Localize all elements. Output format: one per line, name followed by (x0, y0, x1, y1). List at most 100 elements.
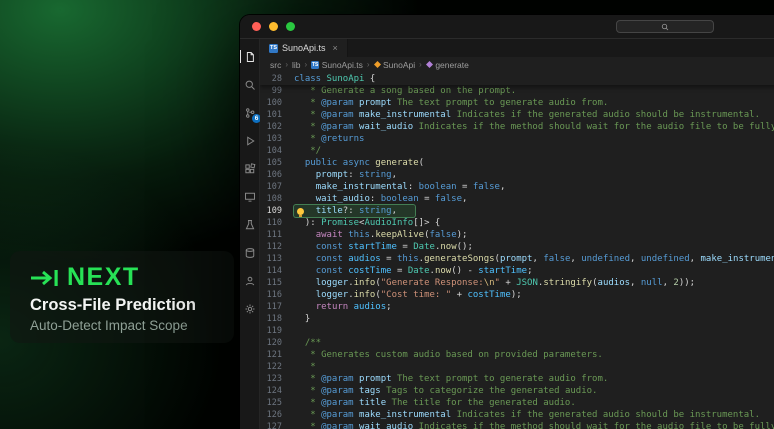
tab-sunoapi-ts[interactable]: TS SunoApi.ts × (260, 39, 348, 57)
code-line[interactable]: 124 * @param tags Tags to categorize the… (260, 385, 774, 397)
code-text: logger.info("Cost time: " + costTime); (294, 289, 522, 301)
tab-label: SunoApi.ts (282, 43, 326, 53)
line-number: 114 (260, 265, 294, 277)
code-line[interactable]: 109 title?: string, (260, 205, 774, 217)
code-line[interactable]: 116 logger.info("Cost time: " + costTime… (260, 289, 774, 301)
code-line[interactable]: 127 * @param wait_audio Indicates if the… (260, 421, 774, 429)
line-number: 126 (260, 409, 294, 421)
code-line[interactable]: 104 */ (260, 145, 774, 157)
code-line[interactable]: 125 * @param title The title for the gen… (260, 397, 774, 409)
code-text: * @param title The title for the generat… (294, 397, 576, 409)
code-line[interactable]: 113 const audios = this.generateSongs(pr… (260, 253, 774, 265)
promo-brand-text: NEXT (67, 263, 140, 292)
code-line[interactable]: 115 logger.info("Generate Response:\n" +… (260, 277, 774, 289)
code-line[interactable]: 110 ): Promise<AudioInfo[]> { (260, 217, 774, 229)
run-debug-icon[interactable] (243, 134, 256, 147)
code-line[interactable]: 120 /** (260, 337, 774, 349)
code-text: const costTime = Date.now() - startTime; (294, 265, 533, 277)
line-number: 113 (260, 253, 294, 265)
code-text: } (294, 313, 310, 325)
code-text: make_instrumental: boolean = false, (294, 181, 505, 193)
lightbulb-icon[interactable] (297, 208, 304, 215)
vscode-window: 6 (240, 15, 774, 429)
line-number: 119 (260, 325, 294, 337)
breadcrumb-item-file[interactable]: TS SunoApi.ts (311, 60, 363, 70)
method-symbol-icon (426, 61, 433, 68)
breadcrumb-item-lib[interactable]: lib (292, 60, 301, 70)
code-line[interactable]: 114 const costTime = Date.now() - startT… (260, 265, 774, 277)
line-number: 104 (260, 145, 294, 157)
arrow-bar-logo-icon (30, 268, 60, 288)
code-line[interactable]: 117 return audios; (260, 301, 774, 313)
code-line[interactable]: 119 (260, 325, 774, 337)
line-number: 125 (260, 397, 294, 409)
code-text: ): Promise<AudioInfo[]> { (294, 217, 440, 229)
breadcrumb: src › lib › TS SunoApi.ts › SunoApi › ge… (260, 57, 774, 72)
code-text: * @returns (294, 133, 364, 145)
breadcrumb-item-method[interactable]: generate (426, 60, 469, 70)
database-icon[interactable] (243, 246, 256, 259)
activity-bar: 6 (240, 39, 260, 429)
editor-column: TS SunoApi.ts × src › lib › TS SunoApi.t… (260, 39, 774, 429)
line-number: 99 (260, 85, 294, 97)
code-line[interactable]: 111 await this.keepAlive(false); (260, 229, 774, 241)
code-line[interactable]: 107 make_instrumental: boolean = false, (260, 181, 774, 193)
line-number: 108 (260, 193, 294, 205)
code-line[interactable]: 99 * Generate a song based on the prompt… (260, 85, 774, 97)
code-text: * Generates custom audio based on provid… (294, 349, 603, 361)
line-number: 109 (260, 205, 294, 217)
sticky-scroll[interactable]: 28class SunoApi { (260, 72, 774, 85)
tab-bar: TS SunoApi.ts × (260, 39, 774, 57)
account-icon[interactable] (243, 274, 256, 287)
code-line[interactable]: 101 * @param make_instrumental Indicates… (260, 109, 774, 121)
code-text: wait_audio: boolean = false, (294, 193, 467, 205)
promo-brand-row: NEXT (30, 263, 234, 292)
code-text: * @param make_instrumental Indicates if … (294, 409, 760, 421)
code-text: * @param make_instrumental Indicates if … (294, 109, 760, 121)
source-control-icon[interactable]: 6 (243, 106, 256, 119)
code-line[interactable]: 123 * @param prompt The text prompt to g… (260, 373, 774, 385)
code-text: title?: string, (294, 205, 415, 217)
tab-close-icon[interactable]: × (333, 43, 338, 53)
code-line[interactable]: 103 * @returns (260, 133, 774, 145)
breadcrumb-item-class[interactable]: SunoApi (374, 60, 416, 70)
settings-gear-icon[interactable] (243, 302, 256, 315)
code-line[interactable]: 108 wait_audio: boolean = false, (260, 193, 774, 205)
line-number: 116 (260, 289, 294, 301)
line-number: 123 (260, 373, 294, 385)
code-line[interactable]: 100 * @param prompt The text prompt to g… (260, 97, 774, 109)
extensions-icon[interactable] (243, 162, 256, 175)
remote-explorer-icon[interactable] (243, 190, 256, 203)
line-number: 117 (260, 301, 294, 313)
search-icon (661, 23, 669, 31)
testing-flask-icon[interactable] (243, 218, 256, 231)
command-center-search[interactable] (616, 20, 714, 33)
zoom-window-button[interactable] (286, 22, 295, 31)
line-number: 118 (260, 313, 294, 325)
code-text: /** (294, 337, 321, 349)
code-line[interactable]: 118 } (260, 313, 774, 325)
search-sidebar-icon[interactable] (243, 78, 256, 91)
window-main: 6 (240, 39, 774, 429)
sticky-line[interactable]: 28class SunoApi { (260, 73, 375, 85)
code-line[interactable]: 112 const startTime = Date.now(); (260, 241, 774, 253)
code-line[interactable]: 126 * @param make_instrumental Indicates… (260, 409, 774, 421)
code-line[interactable]: 121 * Generates custom audio based on pr… (260, 349, 774, 361)
code-line[interactable]: 122 * (260, 361, 774, 373)
code-line[interactable]: 102 * @param wait_audio Indicates if the… (260, 121, 774, 133)
code-text: * @param prompt The text prompt to gener… (294, 97, 608, 109)
line-number: 103 (260, 133, 294, 145)
line-number: 112 (260, 241, 294, 253)
line-number: 122 (260, 361, 294, 373)
code-line[interactable]: 106 prompt: string, (260, 169, 774, 181)
line-number: 124 (260, 385, 294, 397)
breadcrumb-item-src[interactable]: src (270, 60, 281, 70)
class-symbol-icon (374, 61, 381, 68)
code-line[interactable]: 105 public async generate( (260, 157, 774, 169)
line-number: 101 (260, 109, 294, 121)
minimize-window-button[interactable] (269, 22, 278, 31)
code-editor[interactable]: 28class SunoApi { 99 * Generate a song b… (260, 72, 774, 429)
explorer-icon[interactable] (243, 50, 256, 63)
breadcrumb-separator: › (367, 60, 370, 69)
close-window-button[interactable] (252, 22, 261, 31)
